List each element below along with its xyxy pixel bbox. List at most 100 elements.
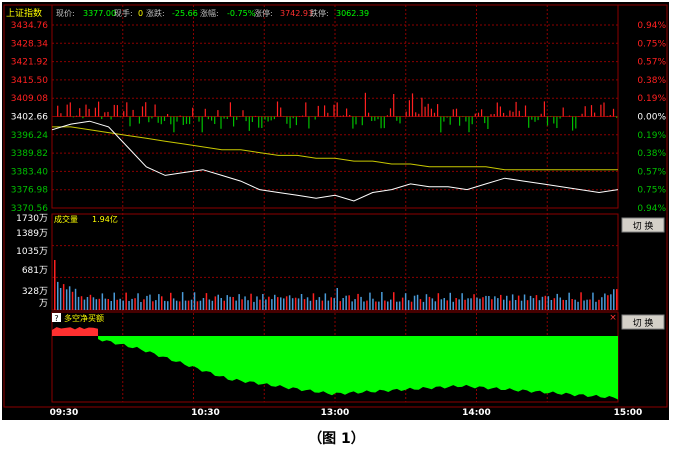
tick-bar: [123, 111, 125, 117]
tick-bar: [377, 116, 379, 120]
tick-bar: [594, 112, 596, 117]
tick-bar: [496, 102, 498, 117]
change-value: -25.66: [172, 9, 198, 18]
volume-bar: [470, 298, 472, 310]
volume-bar: [348, 295, 350, 310]
volume-switch-label[interactable]: 切 换: [633, 220, 654, 232]
volume-bar: [324, 293, 327, 310]
tick-bar: [590, 105, 593, 117]
tick-bar: [342, 115, 344, 117]
help-icon-text: ?: [54, 314, 58, 323]
tick-bar: [411, 93, 414, 117]
tick-bar: [443, 116, 445, 122]
tick-bar: [352, 116, 354, 129]
indicator-switch-label[interactable]: 切 换: [633, 317, 654, 329]
tick-bar: [380, 116, 382, 129]
limit-down-label: 跌停:: [310, 8, 329, 18]
volume-bar: [577, 301, 579, 310]
tick-bar: [129, 116, 131, 127]
volume-bar: [407, 300, 410, 310]
volume-bar: [375, 301, 377, 310]
volume-bar: [214, 296, 217, 310]
volume-bar: [235, 300, 237, 310]
tick-bar: [107, 111, 109, 117]
tick-bar: [145, 102, 147, 117]
tick-bar: [512, 111, 514, 117]
tick-bar: [242, 110, 244, 117]
limit-up-label: 涨停:: [254, 8, 273, 18]
volume-tick-label: 328万: [22, 287, 48, 297]
volume-bar: [140, 302, 142, 310]
tick-bar: [455, 108, 458, 117]
tick-bar: [88, 108, 90, 117]
tick-bar: [518, 110, 520, 117]
tick-bar: [226, 116, 228, 119]
volume-bar: [610, 294, 612, 310]
volume-tick-label: 1730万: [16, 214, 48, 224]
tick-bar: [572, 116, 574, 131]
volume-bar: [583, 300, 585, 310]
volume-bar: [580, 292, 582, 310]
tick-bar: [176, 116, 178, 122]
pct-tick-label: 0.94%: [637, 21, 666, 31]
tick-bar: [346, 108, 348, 117]
volume-bar: [485, 295, 487, 310]
tick-bar: [211, 116, 213, 121]
tick-bar: [267, 116, 269, 122]
volume-switch-button[interactable]: 切 换: [621, 217, 665, 233]
volume-bar: [595, 301, 597, 310]
volume-bar: [86, 297, 89, 310]
tick-bar: [101, 116, 103, 119]
volume-bar: [538, 300, 541, 310]
volume-bar: [244, 296, 246, 310]
volume-bar: [455, 298, 457, 310]
tick-bar: [163, 116, 166, 121]
tick-bar: [245, 116, 247, 122]
close-icon[interactable]: ×: [609, 313, 617, 323]
tick-bar: [280, 107, 282, 117]
volume-bar: [62, 284, 65, 310]
tick-bar: [568, 115, 571, 117]
volume-bar: [288, 295, 291, 310]
volume-bar: [167, 301, 169, 310]
volume-bar: [101, 293, 104, 310]
volume-bar: [116, 299, 118, 310]
indicator-switch-button[interactable]: 切 换: [621, 314, 665, 330]
tick-bar: [534, 116, 536, 122]
volume-bar: [506, 295, 508, 310]
tick-bar: [521, 116, 523, 117]
tick-bar: [515, 101, 517, 117]
volume-bar: [134, 298, 136, 310]
current-label: 现价:: [56, 9, 75, 18]
volume-bar: [196, 301, 199, 310]
tick-bar: [383, 116, 385, 129]
volume-bar: [488, 296, 490, 310]
tick-bar: [148, 116, 150, 123]
volume-bar: [565, 300, 567, 310]
volume-bar: [74, 288, 77, 310]
volume-bar: [339, 301, 341, 310]
tick-bar: [540, 113, 542, 117]
volume-bar: [193, 292, 196, 310]
tick-bar: [79, 108, 81, 117]
tick-bar: [236, 116, 238, 120]
volume-bar: [187, 300, 190, 310]
tick-bar: [302, 115, 304, 117]
tick-bar: [609, 115, 611, 117]
tick-bar: [437, 104, 439, 117]
volume-bar: [205, 293, 208, 310]
volume-bar: [500, 294, 502, 310]
tick-bar: [550, 116, 552, 117]
volume-bar: [387, 301, 389, 310]
volume-bar: [256, 296, 258, 310]
tick-bar: [600, 104, 602, 117]
volume-bar: [143, 299, 145, 310]
tick-bar: [484, 116, 486, 124]
volume-bar: [458, 299, 460, 310]
change-label: 涨跌:: [146, 8, 165, 18]
limit-up-value: 3742.93: [280, 9, 313, 18]
volume-bar: [476, 297, 478, 310]
volume-bar: [473, 294, 475, 310]
price-tick-label: 3370.56: [11, 204, 48, 214]
volume-bar: [57, 281, 59, 310]
